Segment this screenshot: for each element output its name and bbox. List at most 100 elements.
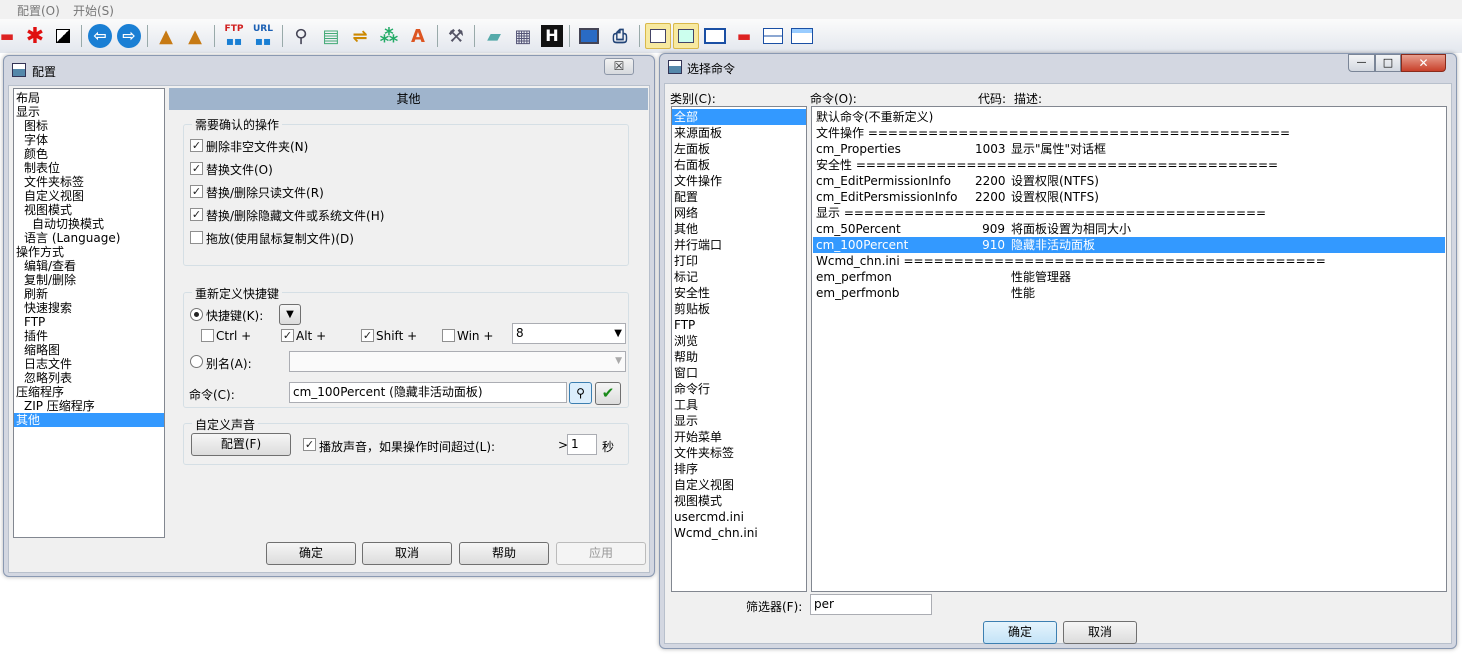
category-item[interactable]: 剪贴板 — [672, 301, 710, 317]
tree-item[interactable]: ZIP 压缩程序 — [24, 399, 95, 413]
command-list[interactable]: 默认命令(不重新定义) 文件操作 ========================… — [811, 106, 1447, 592]
apply-button[interactable]: 应用 — [556, 542, 646, 565]
sound-checkbox[interactable]: ✓ — [303, 438, 316, 451]
command-row[interactable]: 安全性 ====================================… — [813, 157, 1445, 173]
category-item[interactable]: 开始菜单 — [672, 429, 722, 445]
command-row[interactable]: cm_50Percent 909 将面板设置为相同大小 — [813, 221, 1445, 237]
category-item[interactable]: 视图模式 — [672, 493, 722, 509]
category-item[interactable]: 显示 — [672, 413, 698, 429]
command-row[interactable]: 文件操作 ===================================… — [813, 125, 1445, 141]
category-item[interactable]: 配置 — [672, 189, 698, 205]
category-item[interactable]: usercmd.ini — [672, 509, 744, 525]
category-item[interactable]: 网络 — [672, 205, 698, 221]
category-item[interactable]: 窗口 — [672, 365, 698, 381]
tree-item[interactable]: 操作方式 — [16, 245, 64, 259]
modifier-checkbox[interactable]: ✓ — [361, 329, 374, 342]
tree-item[interactable]: 语言 (Language) — [24, 231, 120, 245]
category-item[interactable]: 并行端口 — [672, 237, 722, 253]
notepad-icon[interactable]: ▰ — [481, 23, 507, 49]
panel2-icon[interactable] — [673, 23, 699, 49]
confirm-checkbox[interactable]: ✓ — [190, 162, 203, 175]
category-item[interactable]: 右面板 — [672, 157, 710, 173]
ok-button[interactable]: 确定 — [266, 542, 356, 565]
sound-seconds-input[interactable]: 1 — [567, 434, 597, 455]
url-icon[interactable]: URL ▪▪ — [250, 23, 276, 49]
help-button[interactable]: 帮助 — [459, 542, 549, 565]
category-item[interactable]: 打印 — [672, 253, 698, 269]
command-row[interactable]: cm_100Percent 910 隐藏非活动面板 — [813, 237, 1445, 253]
sync-icon[interactable]: ⇌ — [347, 23, 373, 49]
tree-item[interactable]: 复制/删除 — [24, 273, 76, 287]
menu-start[interactable]: 开始(S) — [73, 2, 114, 19]
h-icon[interactable]: H — [539, 23, 565, 49]
tree-item[interactable]: 快速搜索 — [24, 301, 72, 315]
tree-item[interactable]: 其他 — [14, 413, 164, 427]
monitor-icon[interactable] — [576, 23, 602, 49]
category-item[interactable]: 其他 — [672, 221, 698, 237]
search-icon[interactable]: ⚲ — [288, 23, 314, 49]
tree-item[interactable]: 显示 — [16, 105, 40, 119]
sound-config-button[interactable]: 配置(F) — [191, 433, 291, 456]
tree-item[interactable]: 插件 — [24, 329, 48, 343]
network-icon[interactable]: ⎙ — [607, 23, 633, 49]
command-ok-button[interactable]: 确定 — [983, 621, 1057, 644]
filter-input[interactable]: per — [810, 594, 932, 615]
category-item[interactable]: 浏览 — [672, 333, 698, 349]
command-row[interactable]: cm_EditPermissionInfo 2200 设置权限(NTFS) — [813, 173, 1445, 189]
red-star-icon[interactable]: ✱ — [22, 23, 48, 49]
tree-item[interactable]: 图标 — [24, 119, 48, 133]
confirm-checkbox[interactable]: ✓ — [190, 185, 203, 198]
category-item[interactable]: 工具 — [672, 397, 698, 413]
invert-icon[interactable] — [50, 23, 76, 49]
ftp-icon[interactable]: FTP ▪▪ — [221, 23, 247, 49]
minus-icon[interactable]: ▬ — [0, 23, 20, 49]
confirm-checkbox[interactable]: ✓ — [190, 208, 203, 221]
calculator-icon[interactable]: ▦ — [510, 23, 536, 49]
layout-icon[interactable] — [789, 23, 815, 49]
search-button[interactable]: ⚲ — [569, 382, 592, 404]
hotkey-dropdown-button[interactable]: ▼ — [279, 304, 301, 325]
command-row[interactable]: Wcmd_chn.ini ===========================… — [813, 253, 1445, 269]
command-row[interactable]: 默认命令(不重新定义) — [813, 109, 1445, 125]
tree-item[interactable]: 编辑/查看 — [24, 259, 76, 273]
confirm-checkbox[interactable] — [190, 231, 203, 244]
command-row[interactable]: cm_EditPersmissionInfo 2200 设置权限(NTFS) — [813, 189, 1445, 205]
category-item[interactable]: 全部 — [672, 109, 806, 125]
tree-item[interactable]: 颜色 — [24, 147, 48, 161]
pack-icon[interactable]: ▲ — [153, 23, 179, 49]
category-item[interactable]: 安全性 — [672, 285, 710, 301]
category-item[interactable]: 排序 — [672, 461, 698, 477]
category-item[interactable]: 来源面板 — [672, 125, 722, 141]
tree-item[interactable]: 文件夹标签 — [24, 175, 84, 189]
command-row[interactable]: em_perfmonb 性能 — [813, 285, 1445, 301]
confirm-button[interactable]: ✔ — [595, 382, 621, 405]
tree-item[interactable]: FTP — [24, 315, 45, 329]
category-item[interactable]: Wcmd_chn.ini — [672, 525, 758, 541]
cancel-button[interactable]: 取消 — [362, 542, 452, 565]
panel-icon[interactable] — [645, 23, 671, 49]
category-item[interactable]: 左面板 — [672, 141, 710, 157]
close-button[interactable]: ☒ — [604, 58, 634, 75]
modifier-checkbox[interactable] — [442, 329, 455, 342]
hammer-icon[interactable]: ⚒ — [443, 23, 469, 49]
category-item[interactable]: FTP — [672, 317, 695, 333]
minimize-button[interactable]: — — [1348, 54, 1375, 72]
tree-item[interactable]: 字体 — [24, 133, 48, 147]
config-dialog-titlebar[interactable]: 配置 ☒ — [4, 56, 654, 84]
red-minus-icon[interactable]: ▬ — [731, 23, 757, 49]
tree-item[interactable]: 自定义视图 — [24, 189, 84, 203]
category-item[interactable]: 文件操作 — [672, 173, 722, 189]
menu-config[interactable]: 配置(O) — [17, 2, 60, 19]
close-button[interactable]: ✕ — [1401, 54, 1446, 72]
document-icon[interactable]: ▤ — [318, 23, 344, 49]
command-row[interactable]: cm_Properties 1003 显示"属性"对话框 — [813, 141, 1445, 157]
tree-item[interactable]: 布局 — [16, 91, 40, 105]
tree-item[interactable]: 忽略列表 — [24, 371, 72, 385]
tree-item[interactable]: 缩略图 — [24, 343, 60, 357]
forward-arrow-icon[interactable]: ⇨ — [116, 23, 142, 49]
category-item[interactable]: 标记 — [672, 269, 698, 285]
tree-item[interactable]: 刷新 — [24, 287, 48, 301]
tree-item[interactable]: 视图模式 — [24, 203, 72, 217]
hotkey-radio[interactable] — [190, 308, 203, 321]
unpack-icon[interactable]: ▲ — [182, 23, 208, 49]
